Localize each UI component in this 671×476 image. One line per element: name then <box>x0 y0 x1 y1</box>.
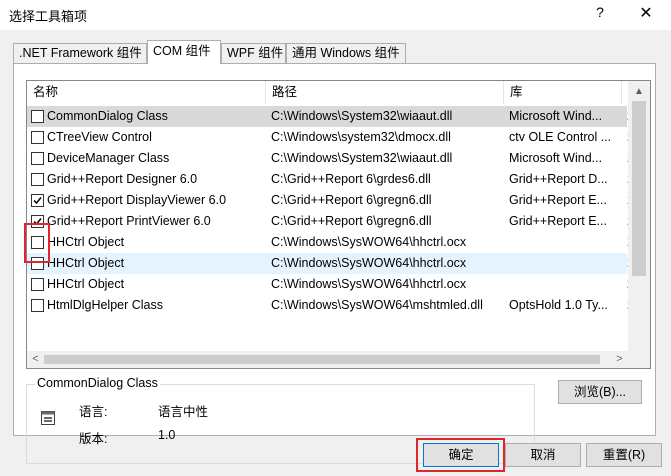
cell-path: C:\Windows\SysWOW64\hhctrl.ocx <box>271 235 467 249</box>
cell-library: Microsoft Wind... <box>509 151 603 165</box>
list-header: 名称 路径 库 上 <box>27 81 650 105</box>
horizontal-scroll-thumb[interactable] <box>44 355 600 364</box>
checkbox[interactable] <box>31 110 44 123</box>
cell-path: C:\Windows\SysWOW64\hhctrl.ocx <box>271 256 467 270</box>
cell-library: OptsHold 1.0 Ty... <box>509 298 608 312</box>
checkbox[interactable] <box>31 278 44 291</box>
component-icon <box>41 411 55 425</box>
cell-name: Grid++Report DisplayViewer 6.0 <box>47 193 227 207</box>
tab-panel-com: 名称 路径 库 上 CommonDialog Class C:\Windows\S… <box>13 63 656 464</box>
browse-button[interactable]: 浏览(B)... <box>558 380 642 404</box>
cell-library <box>509 274 619 295</box>
dialog-body: .NET Framework 组件 COM 组件 WPF 组件 通用 Windo… <box>0 30 671 476</box>
ok-button[interactable]: 确定 <box>423 443 499 467</box>
language-value: 语言中性 <box>158 405 209 419</box>
close-button[interactable]: ✕ <box>634 3 658 25</box>
cell-library <box>509 253 619 274</box>
version-label: 版本: <box>79 432 108 446</box>
checkmark-icon <box>33 197 42 205</box>
cell-name: Grid++Report PrintViewer 6.0 <box>47 214 211 228</box>
table-row[interactable]: HHCtrl Object C:\Windows\SysWOW64\hhctrl.… <box>27 253 634 274</box>
cell-path: C:\Windows\SysWOW64\hhctrl.ocx <box>271 277 467 291</box>
checkbox[interactable] <box>31 257 44 270</box>
table-row[interactable]: Grid++Report PrintViewer 6.0 C:\Grid++Rep… <box>27 211 634 232</box>
cell-name: HtmlDlgHelper Class <box>47 298 163 312</box>
column-header-path[interactable]: 路径 <box>266 81 504 104</box>
cell-name: CTreeView Control <box>47 130 152 144</box>
checkbox[interactable] <box>31 131 44 144</box>
table-row[interactable]: DeviceManager Class C:\Windows\System32\w… <box>27 148 634 169</box>
table-row[interactable]: HHCtrl Object C:\Windows\SysWOW64\hhctrl.… <box>27 232 634 253</box>
column-header-library[interactable]: 库 <box>504 81 622 104</box>
version-value: 1.0 <box>158 428 176 442</box>
tab-com[interactable]: COM 组件 <box>147 40 221 64</box>
cell-library: Grid++Report D... <box>509 172 608 186</box>
cell-path: C:\Windows\SysWOW64\mshtmled.dll <box>271 298 483 312</box>
component-list[interactable]: 名称 路径 库 上 CommonDialog Class C:\Windows\S… <box>26 80 651 369</box>
window-title: 选择工具箱项 <box>9 9 88 24</box>
column-header-name[interactable]: 名称 <box>27 81 266 104</box>
scroll-left-icon[interactable]: < <box>27 351 44 368</box>
tab-dotnet-framework[interactable]: .NET Framework 组件 <box>13 43 147 63</box>
horizontal-scrollbar[interactable]: < > <box>27 351 628 368</box>
checkbox-checked[interactable] <box>31 215 44 228</box>
cell-name: CommonDialog Class <box>47 109 168 123</box>
checkbox-checked[interactable] <box>31 194 44 207</box>
checkbox[interactable] <box>31 299 44 312</box>
cancel-button[interactable]: 取消 <box>505 443 581 467</box>
cell-library: Grid++Report E... <box>509 193 607 207</box>
table-row[interactable]: Grid++Report DisplayViewer 6.0 C:\Grid++R… <box>27 190 634 211</box>
checkbox[interactable] <box>31 173 44 186</box>
reset-button[interactable]: 重置(R) <box>586 443 662 467</box>
table-row[interactable]: CommonDialog Class C:\Windows\System32\wi… <box>27 106 634 127</box>
tab-universal-windows[interactable]: 通用 Windows 组件 <box>286 43 406 63</box>
cell-library: Grid++Report E... <box>509 214 607 228</box>
checkbox[interactable] <box>31 152 44 165</box>
cell-path: C:\Grid++Report 6\gregn6.dll <box>271 193 432 207</box>
table-row[interactable]: HHCtrl Object C:\Windows\SysWOW64\hhctrl.… <box>27 274 634 295</box>
scroll-up-icon[interactable]: ▲ <box>628 83 650 101</box>
vertical-scrollbar[interactable]: ▲ <box>628 81 650 351</box>
cell-path: C:\Grid++Report 6\grdes6.dll <box>271 172 431 186</box>
language-label: 语言: <box>79 405 108 419</box>
cell-path: C:\Windows\system32\dmocx.dll <box>271 130 451 144</box>
help-button[interactable]: ? <box>590 4 610 24</box>
checkmark-icon <box>33 218 42 226</box>
scrollbar-corner <box>628 351 650 368</box>
scroll-right-icon[interactable]: > <box>611 351 628 368</box>
cell-library: ctv OLE Control ... <box>509 130 612 144</box>
details-group-title: CommonDialog Class <box>35 376 160 390</box>
title-bar: 选择工具箱项 ? ✕ <box>0 0 671 30</box>
cell-name: HHCtrl Object <box>47 277 125 291</box>
table-row[interactable]: Grid++Report Designer 6.0 C:\Grid++Report… <box>27 169 634 190</box>
cell-library <box>509 232 619 253</box>
table-row[interactable]: CTreeView Control C:\Windows\system32\dmo… <box>27 127 634 148</box>
vertical-scroll-thumb[interactable] <box>632 101 646 276</box>
cell-name: HHCtrl Object <box>47 235 125 249</box>
cell-name: HHCtrl Object <box>47 256 125 270</box>
cell-library: Microsoft Wind... <box>509 109 603 123</box>
cell-name: DeviceManager Class <box>47 151 170 165</box>
cell-path: C:\Grid++Report 6\gregn6.dll <box>271 214 432 228</box>
checkbox[interactable] <box>31 236 44 249</box>
cell-path: C:\Windows\System32\wiaaut.dll <box>271 109 453 123</box>
tab-wpf[interactable]: WPF 组件 <box>221 43 286 63</box>
cell-path: C:\Windows\System32\wiaaut.dll <box>271 151 453 165</box>
table-row[interactable]: HtmlDlgHelper Class C:\Windows\SysWOW64\m… <box>27 295 634 316</box>
cell-name: Grid++Report Designer 6.0 <box>47 172 198 186</box>
